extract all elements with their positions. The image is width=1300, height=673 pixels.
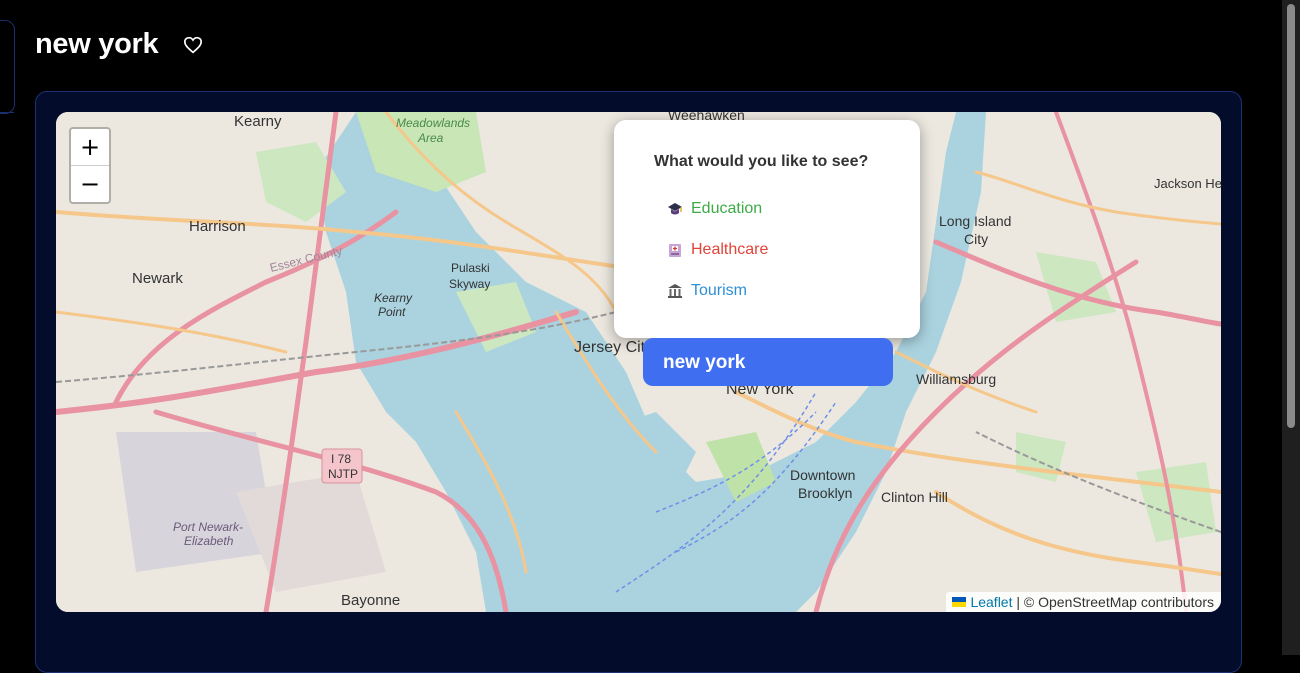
map-label-newark: Newark bbox=[132, 270, 183, 287]
option-education[interactable]: Education bbox=[666, 200, 762, 218]
side-panel-divider bbox=[0, 112, 14, 113]
map-label-kearny: Kearny bbox=[234, 113, 282, 130]
svg-text:I 78: I 78 bbox=[331, 452, 351, 466]
zoom-control: + − bbox=[69, 127, 111, 204]
heart-icon bbox=[184, 36, 203, 53]
map-view[interactable]: Kearny Harrison Newark Pulaski Skyway Ke… bbox=[56, 112, 1221, 612]
map-attribution: Leaflet | © OpenStreetMap contributors bbox=[946, 592, 1221, 612]
leaflet-link[interactable]: Leaflet bbox=[970, 594, 1012, 610]
hospital-icon bbox=[666, 241, 684, 259]
scrollbar-thumb[interactable] bbox=[1287, 4, 1295, 428]
landmark-icon bbox=[666, 282, 684, 300]
map-label-skyway: Skyway bbox=[449, 277, 490, 291]
map-label-port-newark: Port Newark- bbox=[173, 520, 243, 534]
side-panel-edge bbox=[0, 20, 15, 114]
graduation-cap-icon bbox=[666, 200, 684, 218]
map-label-elizabeth: Elizabeth bbox=[184, 534, 234, 548]
popup-question: What would you like to see? bbox=[654, 153, 869, 170]
map-label-bayonne: Bayonne bbox=[341, 592, 400, 609]
map-label-kearny-point: Kearny bbox=[374, 291, 413, 305]
option-healthcare-label: Healthcare bbox=[691, 241, 769, 258]
map-label-clinton-hill: Clinton Hill bbox=[881, 489, 948, 505]
map-label-williamsburg: Williamsburg bbox=[916, 371, 996, 387]
map-label-jersey-city: Jersey Cit bbox=[574, 339, 646, 356]
map-label-downtown: Downtown bbox=[790, 467, 855, 483]
map-label-pulaski: Pulaski bbox=[451, 261, 490, 275]
favorite-button[interactable] bbox=[182, 34, 204, 56]
map-label-area: Area bbox=[417, 131, 444, 145]
map-label-long-island-city-2: City bbox=[964, 231, 988, 247]
map-label-meadowlands: Meadowlands bbox=[396, 116, 470, 130]
category-popup: What would you like to see? Education He… bbox=[614, 120, 920, 338]
city-marker-label[interactable]: new york bbox=[643, 338, 893, 386]
map-label-long-island-city: Long Island bbox=[939, 213, 1011, 229]
map-label-kearny-point-2: Point bbox=[378, 305, 406, 319]
ukraine-flag-icon bbox=[952, 597, 967, 607]
page-header: new york bbox=[35, 28, 204, 61]
svg-text:NJTP: NJTP bbox=[328, 467, 358, 481]
attribution-text: | © OpenStreetMap contributors bbox=[1012, 594, 1214, 610]
option-education-label: Education bbox=[691, 200, 763, 217]
option-tourism[interactable]: Tourism bbox=[666, 282, 747, 300]
map-label-jackson: Jackson He bbox=[1154, 176, 1221, 191]
zoom-in-button[interactable]: + bbox=[71, 129, 109, 166]
zoom-out-button[interactable]: − bbox=[71, 166, 109, 202]
highway-shield: I 78 NJTP bbox=[321, 448, 363, 484]
page-scrollbar[interactable] bbox=[1282, 0, 1300, 655]
option-tourism-label: Tourism bbox=[691, 282, 748, 299]
map-label-harrison: Harrison bbox=[189, 218, 246, 235]
page-title: new york bbox=[35, 28, 159, 60]
map-label-brooklyn: Brooklyn bbox=[798, 485, 852, 501]
option-healthcare[interactable]: Healthcare bbox=[666, 241, 768, 259]
